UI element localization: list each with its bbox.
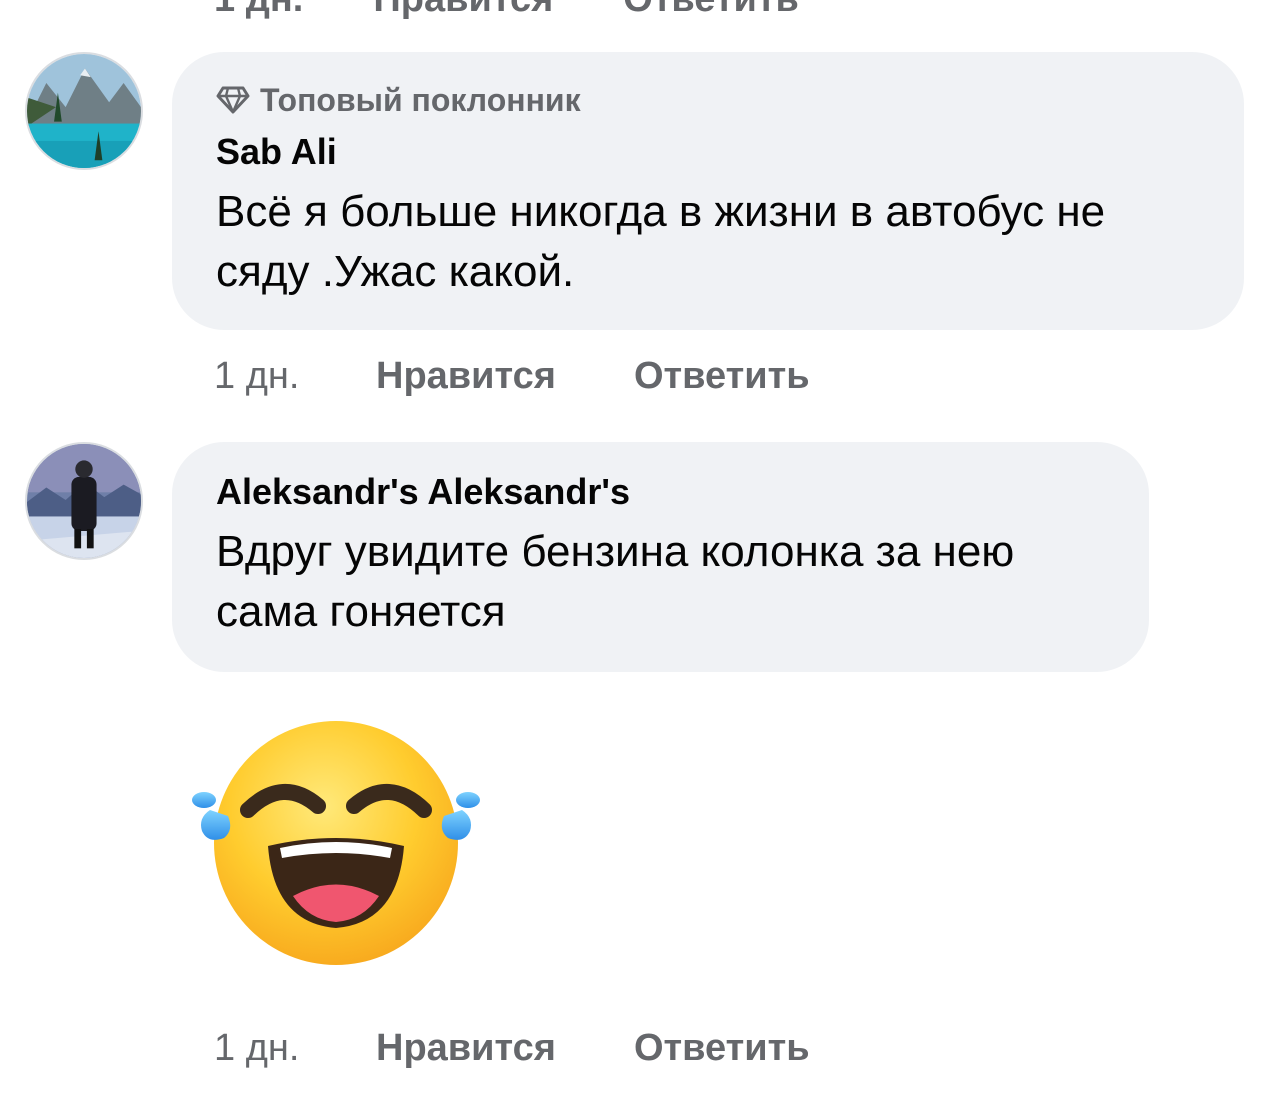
avatar-person-winter-image (27, 444, 141, 558)
avatar-lake-mountains-image (27, 54, 141, 168)
top-fan-badge: Топовый поклонник (216, 80, 1200, 120)
previous-comment-like-button[interactable]: Нравится (373, 0, 553, 21)
previous-comment-time: 1 дн. (214, 0, 303, 21)
like-button[interactable]: Нравится (376, 1027, 634, 1070)
comment-author[interactable]: Aleksandr's Aleksandr's (216, 470, 1105, 514)
comment-text-line: Вдруг увидите бензина колонка за нею (216, 527, 1015, 576)
comment-text: Всё я больше никогда в жизни в автобус н… (216, 182, 1200, 302)
reply-button[interactable]: Ответить (634, 1027, 810, 1070)
comment-time[interactable]: 1 дн. (214, 1027, 376, 1070)
comment-time[interactable]: 1 дн. (214, 355, 376, 398)
comment-text-line: сама гоняется (216, 587, 506, 636)
tears-of-joy-emoji-sticker[interactable] (188, 718, 484, 968)
comment-text-line: сяду .Ужас какой. (216, 247, 575, 296)
reply-button[interactable]: Ответить (634, 355, 810, 398)
previous-comment-actions: 1 дн. Нравится Ответить (214, 0, 799, 21)
like-button[interactable]: Нравится (376, 355, 634, 398)
previous-comment-reply-button[interactable]: Ответить (623, 0, 799, 21)
comment-text-line: Всё я больше никогда в жизни в автобус н… (216, 187, 1106, 236)
avatar[interactable] (25, 442, 143, 560)
badge-label: Топовый поклонник (260, 81, 581, 118)
diamond-icon (216, 86, 250, 114)
comment-actions: 1 дн. Нравится Ответить (214, 1024, 810, 1072)
comment-actions: 1 дн. Нравится Ответить (214, 352, 810, 400)
comment-bubble[interactable]: Топовый поклонник Sab Ali Всё я больше н… (172, 52, 1244, 330)
avatar[interactable] (25, 52, 143, 170)
comment-author[interactable]: Sab Ali (216, 130, 1200, 174)
comment-bubble[interactable]: Aleksandr's Aleksandr's Вдруг увидите бе… (172, 442, 1149, 672)
comment-text: Вдруг увидите бензина колонка за нею сам… (216, 522, 1105, 642)
